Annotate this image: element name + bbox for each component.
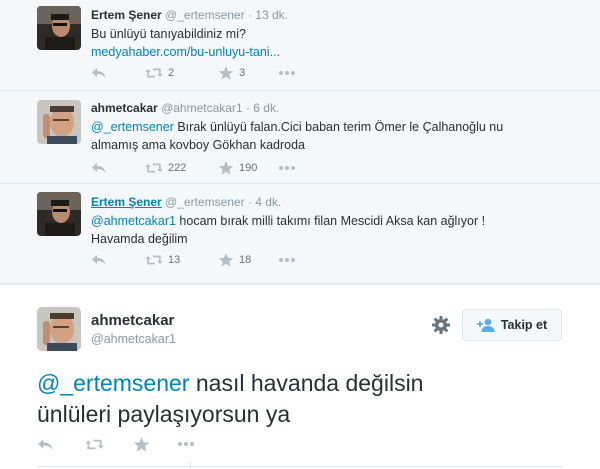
avatar[interactable] [37, 307, 81, 351]
tweet-line: almamış ama kovboy Gökhan kadroda [91, 138, 305, 152]
retweet-icon [145, 253, 163, 267]
author-handle[interactable]: @_ertemsener [165, 195, 245, 209]
author-name[interactable]: Ertem Şener [91, 195, 162, 209]
retweet-button[interactable]: 222 [145, 160, 186, 176]
more-icon [278, 165, 296, 171]
tweet-line: @_ertemsener nasıl havanda değilsin [37, 368, 423, 399]
more-button[interactable] [177, 435, 195, 453]
tweet[interactable]: Ertem Şener @_ertemsener · 4 dk. @ahmetc… [0, 184, 600, 284]
tweet-actions: 13 18 [91, 252, 311, 268]
tweet-link[interactable]: medyahaber.com/bu-unluyu-tani... [91, 43, 280, 61]
tweet-actions: 222 190 [91, 160, 311, 176]
main-tweet: ahmetcakar @ahmetcakar1 Takip et @_ertem… [0, 284, 600, 469]
gear-icon[interactable] [431, 315, 451, 335]
retweet-count: 222 [168, 162, 187, 174]
favorite-count: 190 [239, 162, 258, 174]
reply-icon [91, 160, 107, 176]
more-button[interactable] [278, 252, 296, 268]
tweet-actions [37, 435, 337, 453]
mention-link[interactable]: @_ertemsener [37, 370, 189, 396]
retweet-count: 13 [168, 254, 181, 266]
retweet-icon [145, 66, 163, 80]
timestamp[interactable]: · 4 dk. [248, 195, 281, 209]
more-icon [177, 441, 195, 447]
favorite-count: 3 [239, 67, 246, 79]
retweet-button[interactable]: 2 [145, 65, 174, 81]
retweet-icon [145, 161, 163, 175]
conversation-thread: Ertem Şener @_ertemsener · 13 dk. Bu ünl… [0, 0, 600, 284]
retweet-button[interactable] [85, 435, 104, 453]
retweet-button[interactable]: 13 [145, 252, 180, 268]
tweet[interactable]: ahmetcakar @ahmetcakar1 · 6 dk. @_ertems… [0, 91, 600, 184]
author-name[interactable]: Ertem Şener [91, 8, 162, 22]
favorite-count: 18 [239, 254, 252, 266]
more-button[interactable] [278, 160, 296, 176]
add-person-icon [476, 318, 495, 332]
author-handle[interactable]: @ahmetcakar1 [91, 332, 176, 346]
tweet-line: @_ertemsener Bırak ünlüyü falan.Cici bab… [91, 118, 503, 136]
star-icon [218, 160, 234, 176]
favorite-button[interactable] [133, 435, 150, 453]
tweet[interactable]: Ertem Şener @_ertemsener · 13 dk. Bu ünl… [0, 0, 600, 91]
tweet-header: Ertem Şener @_ertemsener · 13 dk. [91, 8, 288, 22]
author-handle[interactable]: @ahmetcakar1 [161, 101, 243, 115]
author-name[interactable]: ahmetcakar [91, 312, 174, 329]
tweet-header: Ertem Şener @_ertemsener · 4 dk. [91, 195, 281, 209]
reply-button[interactable] [91, 252, 107, 268]
avatar[interactable] [37, 100, 81, 144]
reply-icon [91, 252, 107, 268]
favorite-button[interactable]: 3 [218, 65, 245, 81]
tweet-line: Havamda değilim [91, 232, 188, 246]
avatar[interactable] [37, 192, 81, 236]
more-icon [278, 70, 296, 76]
avatar[interactable] [37, 6, 81, 50]
tweet-line: @ahmetcakar1 hocam bırak milli takımı fi… [91, 212, 485, 230]
tweet-text: Bu ünlüyü tanıyabildiniz mi? medyahaber.… [91, 25, 280, 61]
tweet-header: ahmetcakar @ahmetcakar1 · 6 dk. [91, 101, 279, 115]
more-icon [278, 257, 296, 263]
divider [190, 461, 191, 469]
author-handle[interactable]: @_ertemsener [165, 8, 245, 22]
star-icon [133, 436, 150, 453]
timestamp[interactable]: · 13 dk. [248, 8, 288, 22]
follow-button[interactable]: Takip et [462, 309, 562, 341]
tweet-text: @_ertemsener Bırak ünlüyü falan.Cici bab… [91, 118, 503, 154]
tweet-text-segment: hocam bırak milli takımı filan Mescidi A… [175, 214, 486, 228]
reply-icon [37, 436, 54, 453]
more-button[interactable] [278, 65, 296, 81]
retweet-count: 2 [168, 67, 175, 79]
tweet-text: @_ertemsener nasıl havanda değilsin ünlü… [37, 368, 423, 430]
star-icon [218, 252, 234, 268]
timestamp[interactable]: · 6 dk. [246, 101, 279, 115]
mention-link[interactable]: @ahmetcakar1 [91, 214, 176, 228]
reply-button[interactable] [37, 435, 54, 453]
divider [37, 466, 563, 467]
favorite-button[interactable]: 18 [218, 252, 251, 268]
favorite-button[interactable]: 190 [218, 160, 257, 176]
retweet-icon [85, 437, 104, 452]
tweet-actions: 2 3 [91, 65, 311, 81]
tweet-line: ünlüleri paylaşıyorsun ya [37, 401, 291, 427]
reply-button[interactable] [91, 160, 107, 176]
tweet-line: Bu ünlüyü tanıyabildiniz mi? [91, 27, 246, 41]
mention-link[interactable]: @_ertemsener [91, 120, 174, 134]
star-icon [218, 65, 234, 81]
author-name[interactable]: ahmetcakar [91, 101, 158, 115]
follow-label: Takip et [500, 318, 548, 332]
tweet-text-segment: nasıl havanda değilsin [189, 370, 424, 396]
tweet-text-segment: Bırak ünlüyü falan.Cici baban terim Ömer… [173, 120, 504, 134]
reply-button[interactable] [91, 65, 107, 81]
tweet-text: @ahmetcakar1 hocam bırak milli takımı fi… [91, 212, 485, 248]
reply-icon [91, 65, 107, 81]
